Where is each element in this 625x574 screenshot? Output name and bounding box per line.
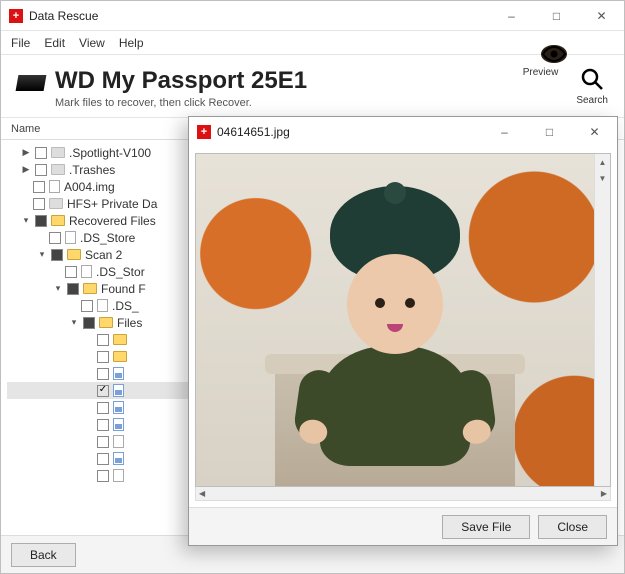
preview-filename: 04614651.jpg xyxy=(217,125,290,139)
checkbox[interactable] xyxy=(35,147,47,159)
file-icon xyxy=(65,231,76,244)
checkbox[interactable] xyxy=(67,283,79,295)
preview-window: + 04614651.jpg – □ ✕ ▲ xyxy=(188,116,618,546)
back-button[interactable]: Back xyxy=(11,543,76,567)
image-file-icon xyxy=(113,452,124,465)
checkbox[interactable] xyxy=(49,232,61,244)
menu-bar: File Edit View Help xyxy=(1,31,624,55)
close-button[interactable]: ✕ xyxy=(572,117,617,147)
checkbox[interactable] xyxy=(35,215,47,227)
page-header: WD My Passport 25E1 Mark files to recove… xyxy=(1,55,624,118)
checkbox-checked[interactable] xyxy=(97,385,109,397)
folder-icon xyxy=(99,317,113,328)
maximize-button[interactable]: □ xyxy=(534,1,579,31)
checkbox[interactable] xyxy=(97,453,109,465)
close-preview-button[interactable]: Close xyxy=(538,515,607,539)
folder-icon xyxy=(113,351,127,362)
chevron-down-icon[interactable]: ▾ xyxy=(37,249,47,260)
chevron-down-icon[interactable]: ▾ xyxy=(69,317,79,328)
chevron-right-icon[interactable]: ▶ xyxy=(21,164,31,175)
checkbox[interactable] xyxy=(83,317,95,329)
vertical-scrollbar[interactable]: ▲ ▼ xyxy=(594,154,610,486)
folder-icon xyxy=(51,215,65,226)
maximize-button[interactable]: □ xyxy=(527,117,572,147)
checkbox[interactable] xyxy=(97,470,109,482)
page-title: WD My Passport 25E1 xyxy=(55,67,307,95)
image-file-icon xyxy=(113,367,124,380)
folder-icon xyxy=(67,249,81,260)
minimize-button[interactable]: – xyxy=(489,1,534,31)
checkbox[interactable] xyxy=(97,436,109,448)
scroll-left-icon[interactable]: ◀ xyxy=(199,489,205,498)
menu-help[interactable]: Help xyxy=(119,36,144,50)
close-button[interactable]: ✕ xyxy=(579,1,624,31)
checkbox[interactable] xyxy=(81,300,93,312)
search-action[interactable]: Search xyxy=(576,67,608,106)
chevron-down-icon[interactable]: ▾ xyxy=(53,283,63,294)
checkbox[interactable] xyxy=(97,351,109,363)
file-icon xyxy=(97,299,108,312)
folder-icon xyxy=(49,198,63,209)
file-icon xyxy=(113,435,124,448)
checkbox[interactable] xyxy=(97,419,109,431)
scroll-down-icon[interactable]: ▼ xyxy=(595,170,610,186)
checkbox[interactable] xyxy=(97,368,109,380)
scroll-up-icon[interactable]: ▲ xyxy=(595,154,610,170)
horizontal-scrollbar[interactable]: ◀ ▶ xyxy=(195,485,611,501)
preview-body: ▲ ▼ ◀ ▶ xyxy=(189,147,617,507)
folder-icon xyxy=(51,147,65,158)
image-file-icon xyxy=(113,418,124,431)
folder-icon xyxy=(51,164,65,175)
window-title: Data Rescue xyxy=(29,9,98,23)
preview-titlebar: + 04614651.jpg – □ ✕ xyxy=(189,117,617,147)
folder-icon xyxy=(83,283,97,294)
app-logo-icon: + xyxy=(197,125,211,139)
chevron-down-icon[interactable]: ▾ xyxy=(21,215,31,226)
preview-image: ▲ ▼ xyxy=(195,153,611,487)
folder-icon xyxy=(113,334,127,345)
search-label: Search xyxy=(576,95,608,106)
preview-footer: Save File Close xyxy=(189,507,617,545)
preview-action[interactable]: Preview xyxy=(523,67,559,106)
image-content xyxy=(196,154,594,486)
app-logo-icon: + xyxy=(9,9,23,23)
image-file-icon xyxy=(113,401,124,414)
checkbox[interactable] xyxy=(33,181,45,193)
checkbox[interactable] xyxy=(65,266,77,278)
checkbox[interactable] xyxy=(97,402,109,414)
menu-file[interactable]: File xyxy=(11,36,30,50)
save-file-button[interactable]: Save File xyxy=(442,515,530,539)
image-file-icon xyxy=(113,384,124,397)
column-name: Name xyxy=(11,123,40,135)
search-icon xyxy=(580,67,604,95)
scroll-right-icon[interactable]: ▶ xyxy=(601,489,607,498)
title-bar: + Data Rescue – □ ✕ xyxy=(1,1,624,31)
file-icon xyxy=(81,265,92,278)
menu-edit[interactable]: Edit xyxy=(44,36,65,50)
chevron-right-icon[interactable]: ▶ xyxy=(21,147,31,158)
minimize-button[interactable]: – xyxy=(482,117,527,147)
checkbox[interactable] xyxy=(33,198,45,210)
page-subtitle: Mark files to recover, then click Recove… xyxy=(55,97,307,109)
file-icon xyxy=(49,180,60,193)
checkbox[interactable] xyxy=(51,249,63,261)
checkbox[interactable] xyxy=(35,164,47,176)
drive-icon xyxy=(16,75,47,91)
menu-view[interactable]: View xyxy=(79,36,105,50)
file-icon xyxy=(113,469,124,482)
checkbox[interactable] xyxy=(97,334,109,346)
preview-label: Preview xyxy=(523,67,559,78)
